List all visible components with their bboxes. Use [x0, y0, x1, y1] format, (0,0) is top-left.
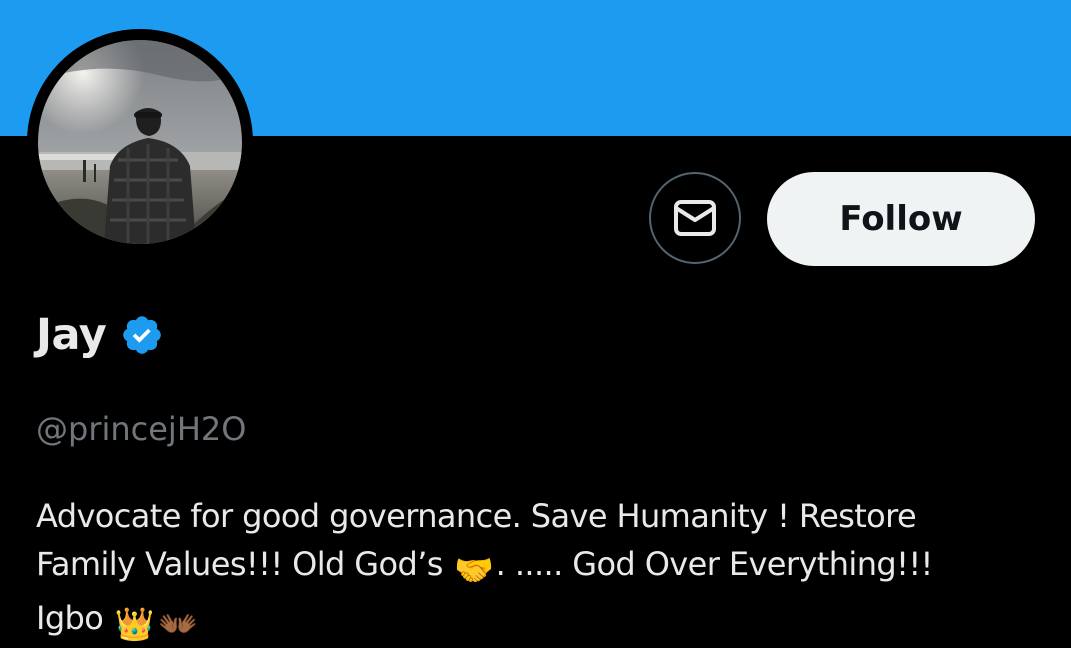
handshake-emoji: 🤝 [454, 551, 494, 589]
bio-line: Advocate for good governance. Save Human… [36, 492, 1046, 540]
profile-photo [38, 40, 242, 244]
bio-text: Advocate for good governance. Save Human… [36, 497, 917, 535]
envelope-icon [674, 200, 716, 236]
crown-emoji: 👑 [114, 605, 155, 643]
open-hands-emoji: 👐🏾 [158, 605, 198, 643]
profile-bio: Advocate for good governance. Save Human… [36, 492, 1046, 648]
bio-line: Family Values!!! Old God’s 🤝. ..... God … [36, 540, 1046, 594]
bio-text: Family Values!!! Old God’s [36, 545, 453, 583]
bio-text: . ..... God Over Everything!!! [495, 545, 934, 583]
follow-button[interactable]: Follow [767, 172, 1035, 266]
user-handle: @princejH2O [36, 410, 247, 448]
name-row: Jay [36, 305, 164, 365]
avatar[interactable] [38, 40, 242, 244]
verified-badge-icon[interactable] [120, 313, 164, 357]
display-name: Jay [36, 310, 107, 360]
bio-text: Igbo [36, 599, 113, 637]
message-button[interactable] [649, 172, 741, 264]
